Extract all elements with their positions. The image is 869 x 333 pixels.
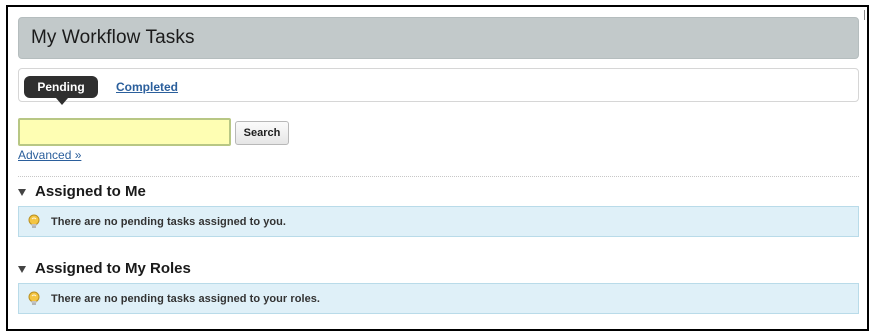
- page-title: My Workflow Tasks: [31, 27, 195, 48]
- triangle-down-icon: [18, 265, 26, 273]
- lightbulb-icon: [27, 214, 41, 230]
- assigned-to-me-message: There are no pending tasks assigned to y…: [51, 215, 287, 228]
- assigned-to-me-info-message: There are no pending tasks assigned to y…: [18, 206, 859, 237]
- assigned-to-my-roles-message: There are no pending tasks assigned to y…: [51, 292, 321, 305]
- lightbulb-icon: [27, 291, 41, 307]
- section-title-assigned-to-my-roles: Assigned to My Roles: [35, 260, 191, 277]
- tab-pending[interactable]: Pending: [24, 76, 98, 105]
- tab-completed[interactable]: Completed: [116, 80, 178, 94]
- search-button[interactable]: Search: [235, 121, 289, 145]
- task-filter-tabs: Pending Completed: [18, 68, 859, 105]
- section-header-assigned-to-my-roles[interactable]: Assigned to My Roles: [18, 260, 191, 277]
- advanced-search-link[interactable]: Advanced »: [18, 148, 81, 162]
- section-title-assigned-to-me: Assigned to Me: [35, 183, 146, 200]
- assigned-to-my-roles-info-message: There are no pending tasks assigned to y…: [18, 283, 859, 314]
- triangle-down-icon: [18, 188, 26, 196]
- section-divider: [18, 176, 859, 177]
- scrollbar-indicator[interactable]: [864, 10, 865, 20]
- portlet-title-bar: My Workflow Tasks: [18, 17, 859, 59]
- screen: My Workflow Tasks Pending Completed Sear…: [0, 0, 869, 333]
- search-input[interactable]: [18, 118, 231, 146]
- workflow-tasks-portlet: My Workflow Tasks Pending Completed Sear…: [6, 5, 869, 331]
- section-header-assigned-to-me[interactable]: Assigned to Me: [18, 183, 146, 200]
